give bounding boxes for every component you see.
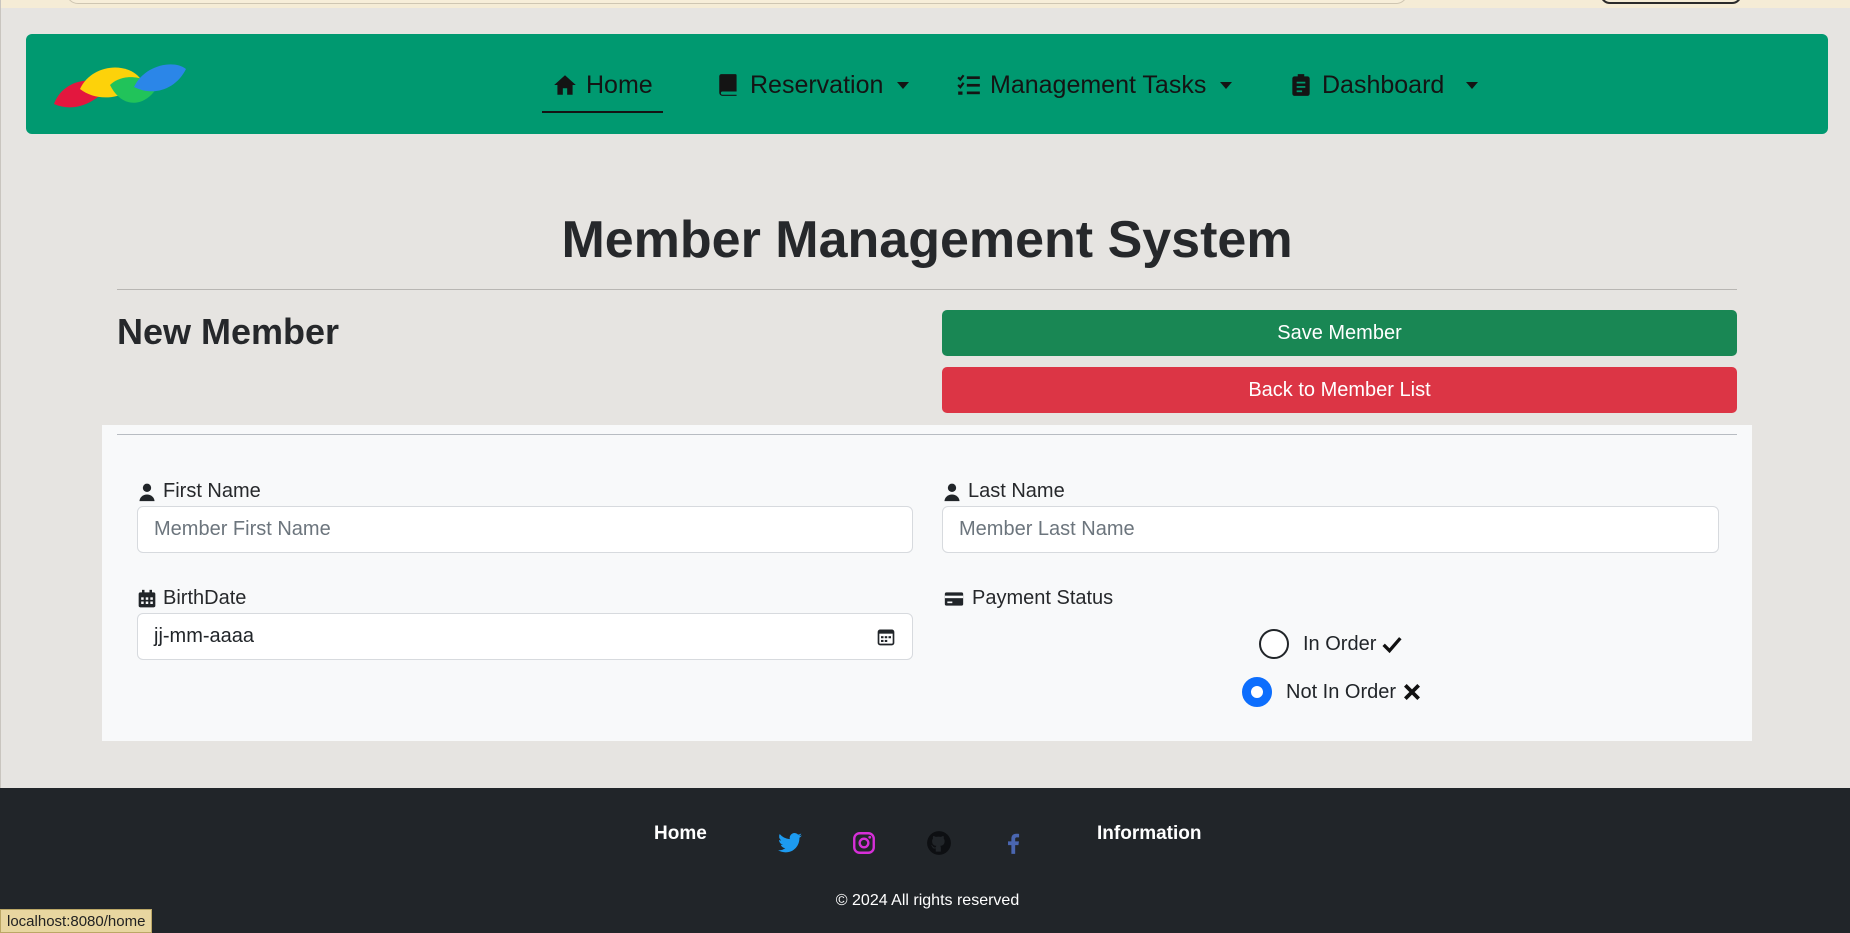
nav-dashboard[interactable]: Dashboard [1288,67,1479,103]
save-member-button[interactable]: Save Member [942,310,1737,356]
list-check-icon [957,74,980,95]
last-name-placeholder: Member Last Name [959,518,1135,540]
browser-button-edge [1600,0,1742,4]
facebook-icon[interactable] [1000,830,1026,856]
radio-in-order-label: In Order [1303,632,1377,655]
check-icon [1382,637,1402,654]
back-to-member-list-button[interactable]: Back to Member List [942,367,1737,413]
nav-management-tasks[interactable]: Management Tasks [956,67,1233,103]
member-form: First Name Member First Name Last Name M… [102,425,1752,741]
navbar: Home Reservation Management Tasks Dashbo… [26,34,1828,134]
book-icon [719,74,737,96]
last-name-label-text: Last Name [968,480,1065,502]
first-name-input[interactable]: Member First Name [137,506,913,553]
copyright: © 2024 All rights reserved [835,892,1020,909]
divider [117,434,1737,435]
last-name-label: Last Name [942,480,1065,503]
first-name-placeholder: Member First Name [154,518,331,540]
birthdate-input[interactable]: jj-mm-aaaa [137,613,913,660]
user-icon [139,483,155,501]
payment-status-label: Payment Status [942,587,1113,610]
birthdate-label-text: BirthDate [163,587,247,609]
divider [117,289,1737,290]
radio-not-in-order-input[interactable] [1242,677,1272,707]
github-icon[interactable] [926,830,952,856]
nav-dashboard-label: Dashboard [1322,70,1445,99]
calendar-icon [138,589,156,607]
nav-reservation[interactable]: Reservation [716,67,910,103]
window-edge [0,0,1,790]
radio-in-order[interactable]: In Order [1259,629,1402,659]
credit-card-icon [944,591,964,606]
user-icon [944,483,960,501]
birthdate-label: BirthDate [137,587,246,610]
footer-home-link[interactable]: Home [654,823,707,845]
twitter-icon[interactable] [777,830,803,856]
last-name-input[interactable]: Member Last Name [942,506,1719,553]
page-title: Member Management System [561,211,1293,269]
address-bar-edge [66,0,1408,4]
nav-management-tasks-label: Management Tasks [990,70,1207,99]
first-name-label: First Name [137,480,261,503]
nav-home[interactable]: Home [542,67,663,113]
section-title: New Member [117,311,340,352]
payment-status-label-text: Payment Status [972,587,1114,609]
radio-not-in-order-label: Not In Order [1286,680,1397,703]
status-bar-url: localhost:8080/home [0,909,153,933]
radio-in-order-input[interactable] [1259,629,1289,659]
footer: Home Information © 2024 All rights reser… [0,788,1850,933]
nav-home-label: Home [586,70,653,99]
radio-not-in-order[interactable]: Not In Order [1242,677,1422,707]
birthdate-value: jj-mm-aaaa [154,625,255,647]
x-icon [1404,684,1421,700]
instagram-icon[interactable] [851,830,877,856]
first-name-label-text: First Name [163,480,261,502]
chevron-down-icon [1220,81,1233,89]
nav-reservation-label: Reservation [750,70,884,99]
browser-chrome [0,0,1850,8]
home-icon [554,75,576,95]
chevron-down-icon [1466,81,1479,89]
clipboard-icon [1292,74,1310,96]
chevron-down-icon [897,81,910,89]
date-picker-icon[interactable] [876,627,896,647]
footer-information-link[interactable]: Information [1097,823,1202,845]
